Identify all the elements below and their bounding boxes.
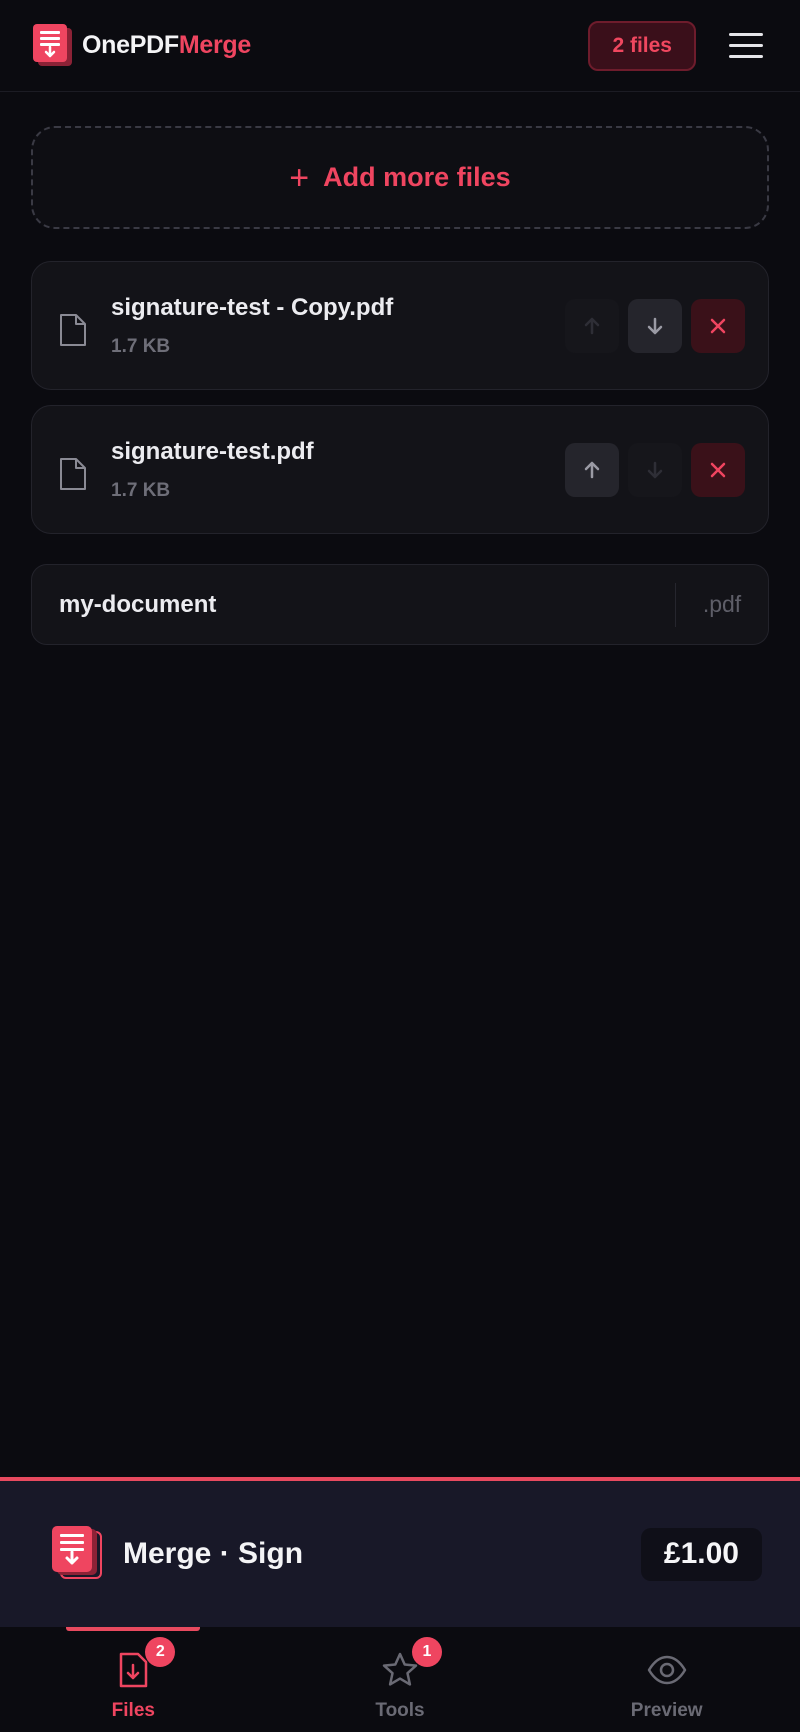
hamburger-menu-icon[interactable]	[722, 22, 770, 70]
file-download-icon: 2	[113, 1637, 176, 1690]
brand-part-merge: Merge	[178, 31, 251, 59]
move-up-button[interactable]	[565, 299, 619, 353]
app-root: OnePDFMerge 2 files + Add more files sig…	[0, 0, 800, 1732]
move-down-button[interactable]	[628, 299, 682, 353]
price-tag: £1.00	[640, 1527, 762, 1581]
remove-file-button[interactable]	[691, 299, 745, 353]
arrow-down-icon	[647, 461, 663, 479]
nav-tools-label: Tools	[375, 1700, 425, 1721]
file-name: signature-test.pdf	[111, 438, 314, 465]
document-icon	[60, 314, 86, 346]
plus-icon: +	[289, 158, 310, 197]
file-size: 1.7 KB	[111, 480, 171, 501]
arrow-up-icon	[584, 461, 600, 479]
brand-name[interactable]: OnePDFMerge	[82, 31, 251, 60]
pdf-stack-icon[interactable]	[30, 22, 78, 70]
close-icon	[710, 318, 726, 334]
output-filename-input[interactable]: my-document	[32, 591, 675, 619]
output-extension: .pdf	[702, 591, 742, 617]
add-more-files-button[interactable]: + Add more files	[31, 126, 769, 229]
active-tab-indicator	[66, 1627, 201, 1631]
file-name: signature-test - Copy.pdf	[111, 294, 394, 321]
arrow-up-icon	[584, 317, 600, 335]
move-down-button[interactable]	[628, 443, 682, 497]
tools-notification-badge: 1	[412, 1637, 442, 1667]
eye-icon	[647, 1650, 687, 1690]
nav-tools[interactable]: 1 Tools	[267, 1627, 534, 1732]
close-icon	[710, 462, 726, 478]
document-icon	[60, 458, 86, 490]
top-header: OnePDFMerge 2 files	[0, 0, 800, 92]
bottom-navigation: 2 Files 1 Tools Preview	[0, 1627, 800, 1732]
remove-file-button[interactable]	[691, 443, 745, 497]
files-notification-badge: 2	[145, 1637, 176, 1667]
pdf-stack-icon	[52, 1526, 102, 1579]
brand-part-one: OnePDF	[82, 31, 179, 59]
file-size: 1.7 KB	[111, 336, 171, 357]
file-card: signature-test - Copy.pdf 1.7 KB	[31, 261, 769, 390]
merge-sign-bar[interactable]: Merge · Sign £1.00	[0, 1477, 800, 1627]
nav-preview[interactable]: Preview	[533, 1627, 800, 1732]
files-count-badge[interactable]: 2 files	[588, 20, 696, 71]
nav-preview-label: Preview	[630, 1700, 703, 1721]
file-actions	[565, 443, 745, 497]
nav-files[interactable]: 2 Files	[0, 1627, 267, 1732]
arrow-down-icon	[647, 317, 663, 335]
add-more-files-label: Add more files	[323, 162, 511, 192]
merge-sign-label: Merge · Sign	[123, 1537, 304, 1570]
file-card: signature-test.pdf 1.7 KB	[31, 405, 769, 534]
output-filename-field[interactable]: my-document .pdf	[31, 564, 769, 645]
star-icon: 1	[380, 1637, 442, 1690]
file-actions	[565, 299, 745, 353]
nav-files-label: Files	[111, 1700, 155, 1721]
move-up-button[interactable]	[565, 443, 619, 497]
